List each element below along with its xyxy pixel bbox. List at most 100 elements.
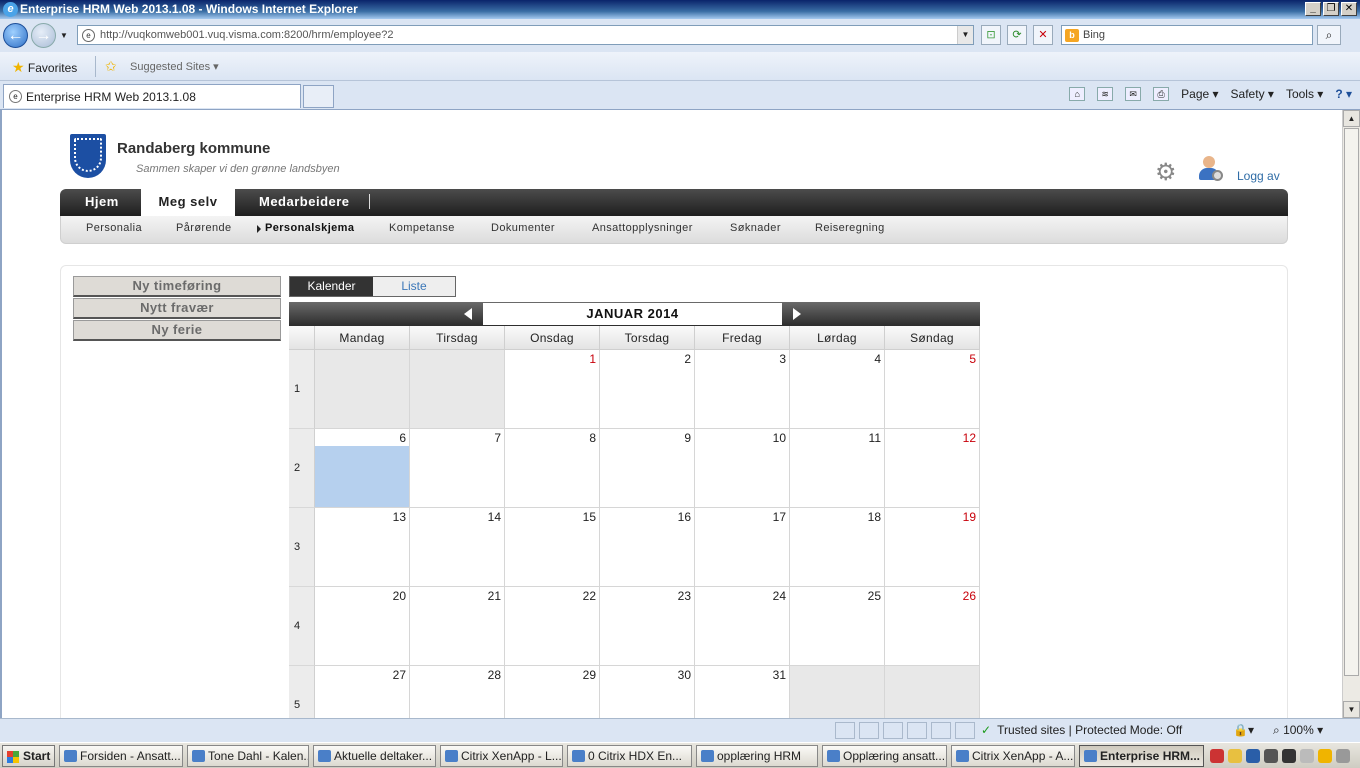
taskbar-item[interactable]: 0 Citrix HDX En... xyxy=(567,745,692,767)
new-vacation-button[interactable]: Ny ferie xyxy=(73,320,281,341)
taskbar-item[interactable]: Citrix XenApp - A... xyxy=(951,745,1075,767)
calendar-day-cell[interactable]: 10 xyxy=(695,429,790,508)
tray-folder-icon[interactable] xyxy=(1318,749,1332,763)
nav-meg-selv[interactable]: Meg selv xyxy=(141,189,235,216)
address-url[interactable]: http://vuqkomweb001.vuq.visma.com:8200/h… xyxy=(100,29,394,41)
suggested-sites-link[interactable]: Suggested Sites ▾ xyxy=(130,60,219,73)
add-favorite-icon[interactable]: ✩ xyxy=(105,58,117,75)
search-placeholder[interactable]: Bing xyxy=(1083,29,1105,41)
subnav-personalia[interactable]: Personalia xyxy=(86,222,142,234)
tray-volume-icon[interactable] xyxy=(1336,749,1350,763)
taskbar-item[interactable]: Forsiden - Ansatt... xyxy=(59,745,183,767)
calendar-day-cell[interactable]: 7 xyxy=(410,429,505,508)
taskbar-item[interactable]: Citrix XenApp - L... xyxy=(440,745,563,767)
tools-menu[interactable]: Tools ▾ xyxy=(1286,87,1323,101)
tray-mail-icon[interactable] xyxy=(1228,749,1242,763)
user-settings-icon[interactable] xyxy=(1199,156,1223,182)
calendar-day-cell[interactable]: 11 xyxy=(790,429,885,508)
calendar-day-cell[interactable]: 18 xyxy=(790,508,885,587)
maximize-button[interactable]: ❐ xyxy=(1323,2,1339,16)
address-bar[interactable]: e http://vuqkomweb001.vuq.visma.com:8200… xyxy=(77,25,974,45)
back-button[interactable]: ← xyxy=(3,23,28,48)
address-dropdown-icon[interactable]: ▼ xyxy=(957,26,973,44)
refresh-icon[interactable]: ⟳ xyxy=(1007,25,1027,45)
new-tab-button[interactable] xyxy=(303,85,334,108)
compatibility-view-icon[interactable]: ⊡ xyxy=(981,25,1001,45)
subnav-ansattopplysninger[interactable]: Ansattopplysninger xyxy=(592,222,693,234)
calendar-day-cell[interactable]: 30 xyxy=(600,666,695,718)
browser-tab[interactable]: e Enterprise HRM Web 2013.1.08 xyxy=(3,84,301,108)
new-time-entry-button[interactable]: Ny timeføring xyxy=(73,276,281,297)
calendar-day-cell[interactable]: 14 xyxy=(410,508,505,587)
calendar-day-cell[interactable]: 29 xyxy=(505,666,600,718)
calendar-day-cell[interactable]: 22 xyxy=(505,587,600,666)
selected-day-highlight[interactable] xyxy=(315,446,409,507)
calendar-day-cell[interactable]: 15 xyxy=(505,508,600,587)
scrollbar-thumb[interactable] xyxy=(1344,128,1359,676)
list-view-tab[interactable]: Liste xyxy=(373,277,455,296)
print-icon[interactable]: ⎙ xyxy=(1153,87,1170,101)
taskbar-item[interactable]: Enterprise HRM... xyxy=(1079,745,1204,767)
logout-link[interactable]: Logg av xyxy=(1237,169,1280,183)
new-absence-button[interactable]: Nytt fravær xyxy=(73,298,281,319)
calendar-day-cell[interactable]: 23 xyxy=(600,587,695,666)
calendar-day-cell[interactable]: 20 xyxy=(315,587,410,666)
subnav-soknader[interactable]: Søknader xyxy=(730,222,781,234)
calendar-day-cell[interactable]: 8 xyxy=(505,429,600,508)
vertical-scrollbar[interactable]: ▲ ▼ xyxy=(1342,110,1360,718)
protected-mode-icon[interactable]: 🔒▾ xyxy=(1233,723,1254,737)
tray-hdx-icon[interactable] xyxy=(1282,749,1296,763)
history-dropdown-icon[interactable]: ▼ xyxy=(60,31,68,40)
calendar-day-cell[interactable]: 27 xyxy=(315,666,410,718)
scroll-up-icon[interactable]: ▲ xyxy=(1343,110,1360,127)
tray-network-icon[interactable] xyxy=(1246,749,1260,763)
close-window-button[interactable]: ✕ xyxy=(1341,2,1357,16)
next-month-icon[interactable] xyxy=(793,308,801,320)
taskbar-item[interactable]: Opplæring ansatt... xyxy=(822,745,947,767)
settings-gear-icon[interactable]: ⚙ xyxy=(1155,158,1177,187)
calendar-day-cell[interactable]: 28 xyxy=(410,666,505,718)
start-button[interactable]: Start xyxy=(2,745,55,767)
calendar-day-cell[interactable]: 31 xyxy=(695,666,790,718)
calendar-day-cell[interactable]: 19 xyxy=(885,508,980,587)
subnav-parorende[interactable]: Pårørende xyxy=(176,222,232,234)
nav-hjem[interactable]: Hjem xyxy=(85,189,125,216)
feeds-icon[interactable]: ≋ xyxy=(1097,87,1114,101)
zoom-level[interactable]: ⌕ 100% ▾ xyxy=(1273,723,1323,738)
taskbar-item[interactable]: Tone Dahl - Kalen... xyxy=(187,745,309,767)
calendar-day-cell[interactable]: 5 xyxy=(885,350,980,429)
taskbar-item[interactable]: opplæring HRM xyxy=(696,745,818,767)
calendar-day-cell[interactable]: 3 xyxy=(695,350,790,429)
safety-menu[interactable]: Safety ▾ xyxy=(1231,87,1274,101)
page-menu[interactable]: Page ▾ xyxy=(1181,87,1218,101)
tray-citrix-icon[interactable] xyxy=(1264,749,1278,763)
subnav-kompetanse[interactable]: Kompetanse xyxy=(389,222,455,234)
calendar-day-cell[interactable]: 16 xyxy=(600,508,695,587)
calendar-day-cell[interactable]: 6 xyxy=(315,429,410,508)
previous-month-icon[interactable] xyxy=(464,308,472,320)
stop-icon[interactable]: ✕ xyxy=(1033,25,1053,45)
calendar-day-cell[interactable]: 4 xyxy=(790,350,885,429)
subnav-dokumenter[interactable]: Dokumenter xyxy=(491,222,555,234)
search-box[interactable]: b Bing xyxy=(1061,25,1313,45)
scroll-down-icon[interactable]: ▼ xyxy=(1343,701,1360,718)
calendar-day-cell[interactable]: 12 xyxy=(885,429,980,508)
search-icon[interactable]: ⌕ xyxy=(1317,25,1341,45)
calendar-day-cell[interactable]: 13 xyxy=(315,508,410,587)
tray-pen-icon[interactable] xyxy=(1210,749,1224,763)
calendar-day-cell[interactable]: 17 xyxy=(695,508,790,587)
mail-icon[interactable]: ✉ xyxy=(1125,87,1142,101)
tray-monitor-icon[interactable] xyxy=(1300,749,1314,763)
calendar-day-cell[interactable]: 25 xyxy=(790,587,885,666)
calendar-day-cell[interactable]: 1 xyxy=(505,350,600,429)
calendar-day-cell[interactable]: 9 xyxy=(600,429,695,508)
home-icon[interactable]: ⌂ xyxy=(1069,87,1086,101)
calendar-day-cell[interactable]: 24 xyxy=(695,587,790,666)
security-zone[interactable]: ✓ Trusted sites | Protected Mode: Off xyxy=(981,723,1182,737)
help-icon[interactable]: ? ▾ xyxy=(1335,87,1352,101)
minimize-button[interactable]: _ xyxy=(1305,2,1321,16)
calendar-day-cell[interactable]: 21 xyxy=(410,587,505,666)
forward-button[interactable]: → xyxy=(31,23,56,48)
calendar-view-tab[interactable]: Kalender xyxy=(290,277,373,296)
subnav-personalskjema[interactable]: Personalskjema xyxy=(265,222,354,234)
